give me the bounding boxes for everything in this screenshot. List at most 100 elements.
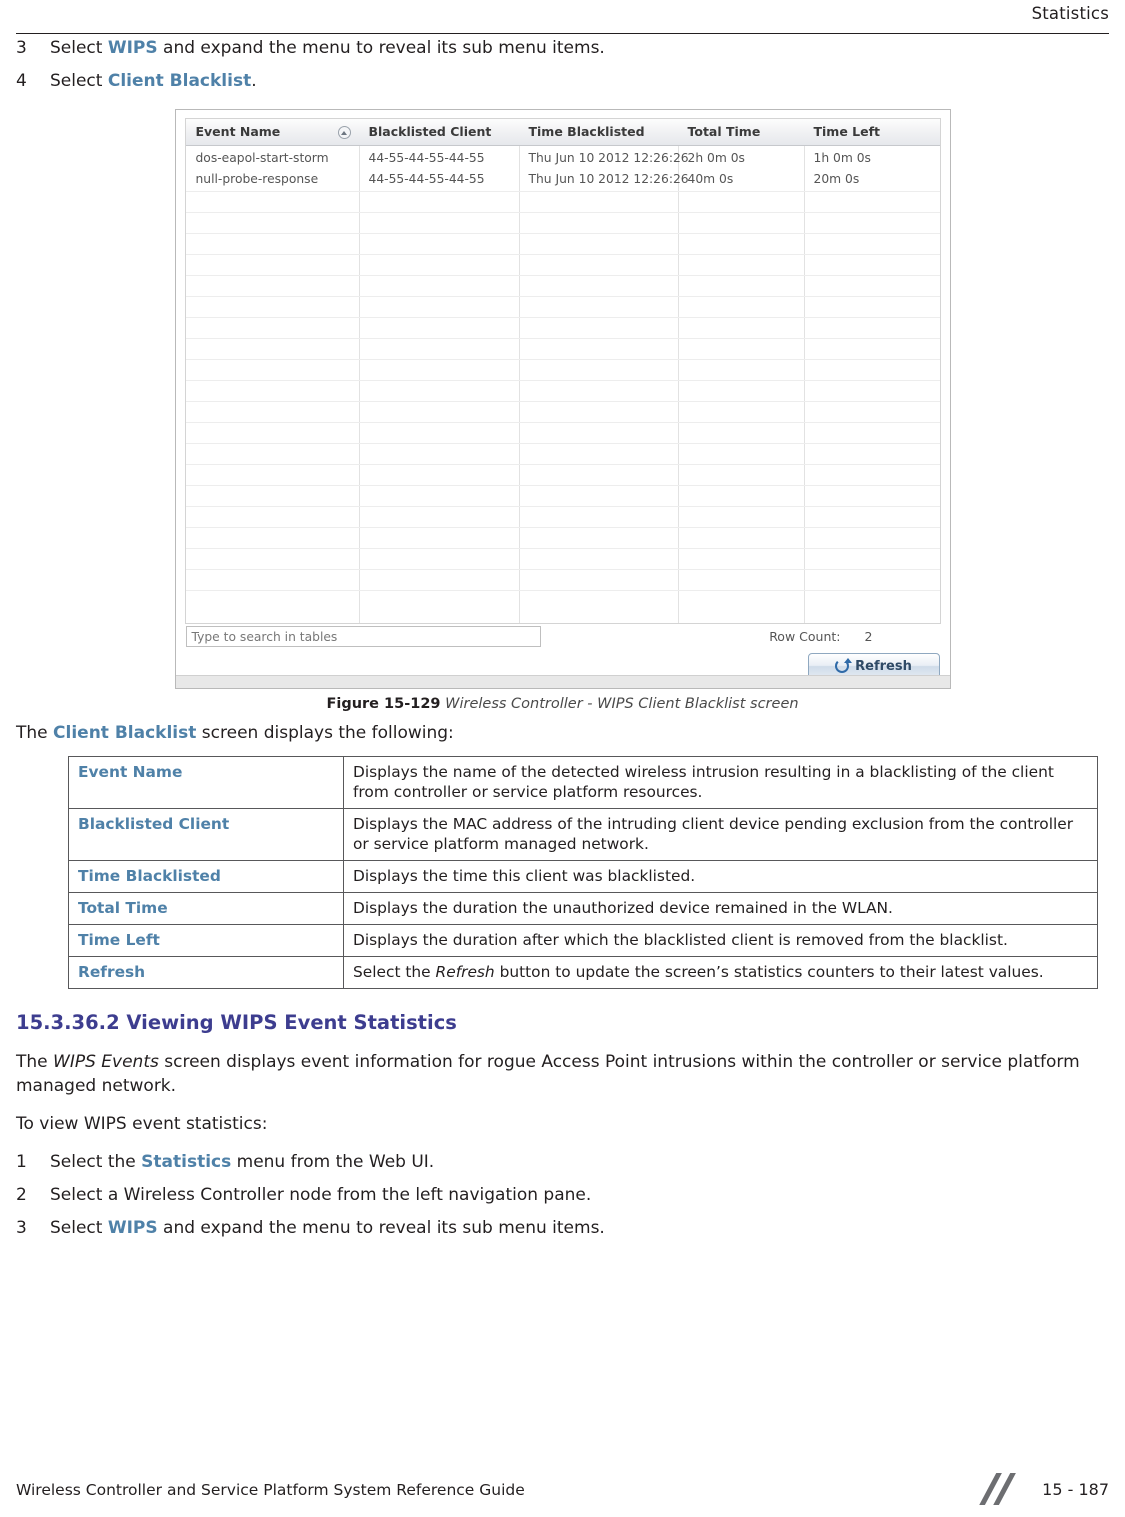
intro-pre: The [16, 1052, 54, 1072]
table-row: Event Name Displays the name of the dete… [68, 756, 1098, 809]
step-link-wips[interactable]: WIPS [108, 1218, 158, 1238]
desc-post: button to update the screen’s statistics… [494, 963, 1044, 981]
row-divider [185, 464, 940, 465]
row-divider [185, 422, 940, 423]
step-text-pre: Select [50, 71, 108, 91]
row-divider [185, 275, 940, 276]
footer-page-number: 15 - 187 [1042, 1480, 1109, 1499]
definition-term: Blacklisted Client [68, 808, 344, 861]
row-divider [185, 527, 940, 528]
column-header-total-time[interactable]: Total Time [688, 124, 761, 139]
section-step-2: 2 Select a Wireless Controller node from … [16, 1183, 1109, 1207]
column-divider [677, 146, 679, 623]
section-step-1: 1 Select the Statistics menu from the Web… [16, 1150, 1109, 1174]
column-divider [803, 146, 805, 623]
lead-link-client-blacklist[interactable]: Client Blacklist [53, 723, 196, 743]
search-input[interactable]: Type to search in tables [185, 626, 541, 647]
row-divider [185, 359, 940, 360]
column-header-time-blacklisted[interactable]: Time Blacklisted [529, 124, 645, 139]
table-header-row: Event Name Blacklisted Client Time Black… [185, 119, 940, 146]
table-row: Blacklisted Client Displays the MAC addr… [68, 808, 1098, 861]
field-definitions-table: Event Name Displays the name of the dete… [68, 756, 1098, 989]
page-footer: Wireless Controller and Service Platform… [0, 1453, 1125, 1517]
column-divider [358, 146, 360, 623]
row-divider [185, 212, 940, 213]
table-row: Total Time Displays the duration the una… [68, 892, 1098, 925]
figure-title: Wireless Controller - WIPS Client Blackl… [445, 696, 799, 712]
row-divider [185, 254, 940, 255]
cell-blacklisted-client: 44-55-44-55-44-55 [368, 151, 485, 165]
desc-pre: Select the [353, 963, 436, 981]
row-divider [185, 569, 940, 570]
row-divider [185, 296, 940, 297]
blacklist-table: Event Name Blacklisted Client Time Black… [184, 118, 941, 624]
table-row[interactable]: dos-eapol-start-storm 44-55-44-55-44-55 … [186, 149, 940, 169]
sort-ascending-icon[interactable] [337, 126, 351, 139]
step-text-pre: Select [50, 38, 108, 58]
section-intro: The WIPS Events screen displays event in… [16, 1050, 1109, 1098]
table-row: Time Left Displays the duration after wh… [68, 924, 1098, 957]
definition-description: Displays the time this client was blackl… [343, 860, 1098, 893]
row-divider [185, 548, 940, 549]
column-divider [518, 146, 520, 623]
row-divider [185, 443, 940, 444]
step-number: 4 [16, 71, 27, 91]
table-row[interactable]: null-probe-response 44-55-44-55-44-55 Th… [186, 170, 940, 190]
step-number: 2 [16, 1185, 27, 1205]
definition-description: Displays the duration after which the bl… [343, 924, 1098, 957]
step-text-pre: Select a Wireless Controller node from t… [50, 1185, 592, 1205]
definition-term: Time Left [68, 924, 344, 957]
header-divider [16, 33, 1109, 34]
row-count-label: Row Count: [769, 629, 841, 644]
figure-number: Figure 15-129 [326, 696, 441, 712]
column-header-event-name[interactable]: Event Name [196, 124, 281, 139]
page-content: 3 Select WIPS and expand the menu to reve… [16, 36, 1109, 1249]
window-bottom-bar [175, 675, 950, 688]
cell-time-left: 1h 0m 0s [813, 151, 871, 165]
cell-time-blacklisted: Thu Jun 10 2012 12:26:26 [528, 172, 689, 186]
row-divider [185, 338, 940, 339]
step-text-post: and expand the menu to reveal its sub me… [157, 1218, 605, 1238]
column-header-time-left[interactable]: Time Left [814, 124, 881, 139]
refresh-button-label: Refresh [855, 658, 912, 674]
cell-time-left: 20m 0s [813, 172, 860, 186]
row-divider [185, 401, 940, 402]
definition-description: Displays the duration the unauthorized d… [343, 892, 1098, 925]
step-link-client-blacklist[interactable]: Client Blacklist [108, 71, 251, 91]
column-header-blacklisted-client[interactable]: Blacklisted Client [369, 124, 492, 139]
cell-total-time: 40m 0s [687, 172, 734, 186]
cell-time-blacklisted: Thu Jun 10 2012 12:26:26 [528, 151, 689, 165]
step-number: 1 [16, 1152, 27, 1172]
definition-term: Event Name [68, 756, 344, 809]
step-link-wips[interactable]: WIPS [108, 38, 158, 58]
step-text-post: . [251, 71, 257, 91]
table-row: Refresh Select the Refresh button to upd… [68, 956, 1098, 989]
step-text-post: menu from the Web UI. [231, 1152, 435, 1172]
row-divider [185, 590, 940, 591]
wips-client-blacklist-screenshot: Event Name Blacklisted Client Time Black… [174, 109, 951, 689]
refresh-icon [835, 658, 853, 673]
definition-term: Refresh [68, 956, 344, 989]
figure-caption: Figure 15-129 Wireless Controller - WIPS… [16, 696, 1109, 712]
definition-description: Displays the MAC address of the intrudin… [343, 808, 1098, 861]
cell-event-name: null-probe-response [195, 172, 319, 186]
table-row: Time Blacklisted Displays the time this … [68, 860, 1098, 893]
lead-paragraph: The Client Blacklist screen displays the… [16, 721, 1109, 745]
step-number: 3 [16, 1218, 27, 1238]
row-count-value: 2 [864, 629, 873, 644]
cell-blacklisted-client: 44-55-44-55-44-55 [368, 172, 485, 186]
page-header: Statistics [0, 0, 1125, 36]
section-heading: 15.3.36.2 Viewing WIPS Event Statistics [16, 1011, 457, 1034]
row-divider [185, 233, 940, 234]
table-footer: Type to search in tables Row Count: 2 Re… [185, 626, 941, 680]
row-divider [185, 191, 940, 192]
cell-total-time: 2h 0m 0s [687, 151, 745, 165]
cell-event-name: dos-eapol-start-storm [195, 151, 329, 165]
definition-term: Total Time [68, 892, 344, 925]
step-link-statistics[interactable]: Statistics [141, 1152, 231, 1172]
figure-block: Event Name Blacklisted Client Time Black… [16, 109, 1109, 689]
step-4: 4 Select Client Blacklist. [16, 69, 1109, 93]
footer-decoration [977, 1473, 1021, 1505]
row-divider [185, 506, 940, 507]
section-step-3: 3 Select WIPS and expand the menu to reve… [16, 1216, 1109, 1240]
